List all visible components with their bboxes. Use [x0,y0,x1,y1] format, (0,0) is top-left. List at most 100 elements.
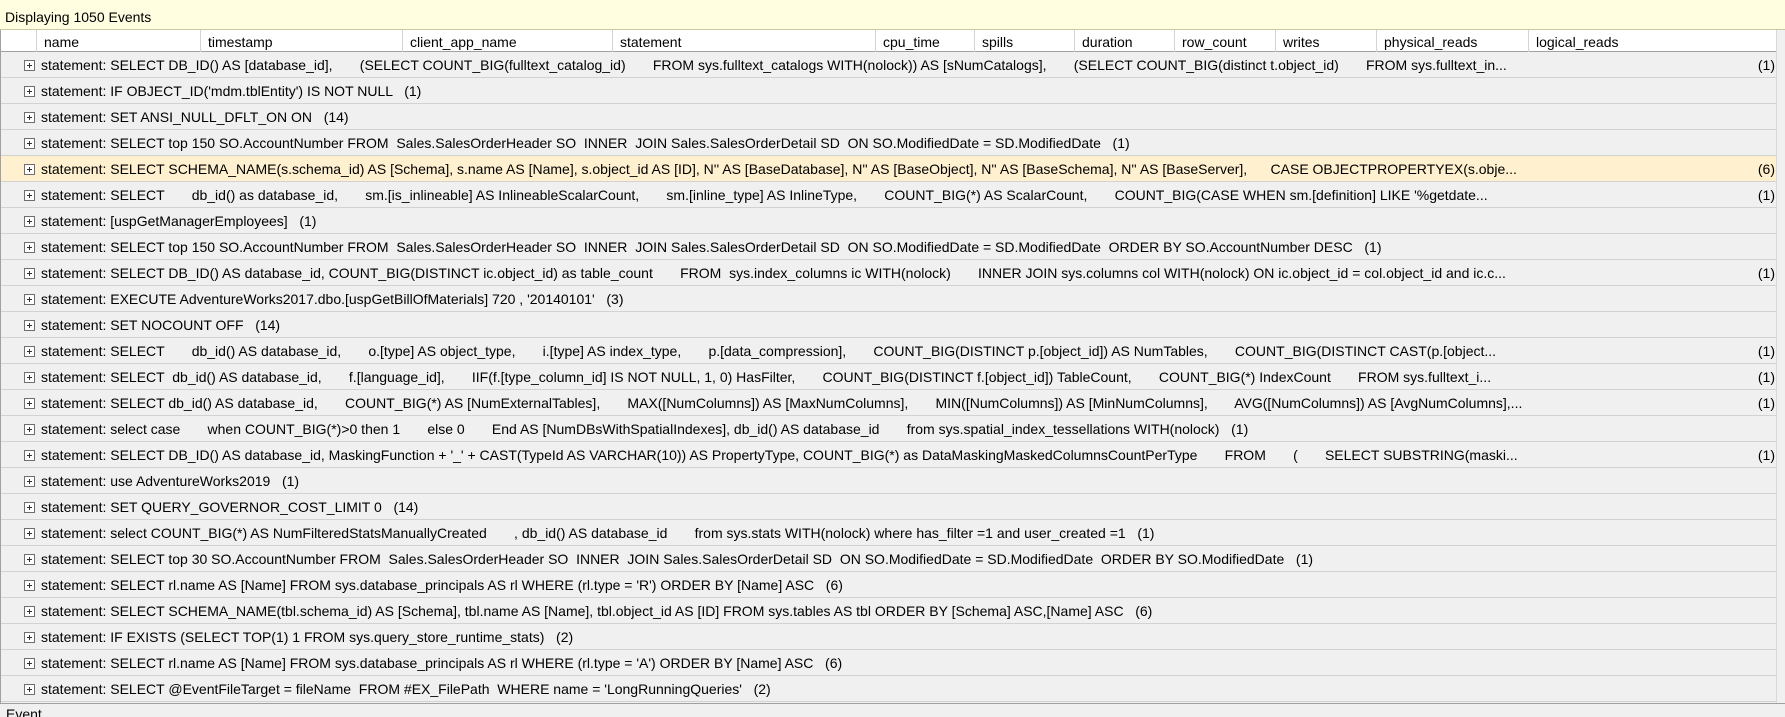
expand-plus-icon[interactable] [24,424,35,435]
expand-plus-icon[interactable] [24,450,35,461]
event-row-text: statement: IF OBJECT_ID('mdm.tblEntity')… [41,83,422,99]
event-row[interactable]: statement: SELECT db_id() AS database_id… [1,364,1785,390]
expand-plus-icon[interactable] [24,190,35,201]
expand-plus-icon[interactable] [24,502,35,513]
event-row[interactable]: statement: SELECT top 150 SO.AccountNumb… [1,130,1785,156]
event-row-text: statement: EXECUTE AdventureWorks2017.db… [41,291,624,307]
event-count-text: Displaying 1050 Events [5,9,152,25]
expand-plus-icon[interactable] [24,580,35,591]
event-row[interactable]: statement: [uspGetManagerEmployees] (1) [1,208,1785,234]
event-row-text: statement: SELECT DB_ID() AS database_id… [41,447,1518,463]
event-row[interactable]: statement: SELECT SCHEMA_NAME(tbl.schema… [1,598,1785,624]
events-grid[interactable]: name timestamp client_app_name statement… [0,30,1785,703]
column-header-row: name timestamp client_app_name statement… [1,30,1785,52]
event-row[interactable]: statement: SELECT db_id() AS database_id… [1,390,1785,416]
event-row[interactable]: statement: IF EXISTS (SELECT TOP(1) 1 FR… [1,624,1785,650]
event-row-text: statement: SELECT DB_ID() AS database_id… [41,265,1506,281]
expand-plus-icon[interactable] [24,86,35,97]
event-row[interactable]: statement: SELECT db_id() AS database_id… [1,338,1785,364]
event-row[interactable]: statement: SELECT @EventFileTarget = fil… [1,676,1785,702]
event-row-text: statement: select COUNT_BIG(*) AS NumFil… [41,525,1155,541]
expand-plus-icon[interactable] [24,684,35,695]
expand-plus-icon[interactable] [24,320,35,331]
event-row-count: (1) [1757,369,1775,385]
expand-plus-icon[interactable] [24,372,35,383]
expand-plus-icon[interactable] [24,346,35,357]
expand-plus-icon[interactable] [24,606,35,617]
event-row-text: statement: SELECT db_id() AS database_id… [41,395,1523,411]
expand-plus-icon[interactable] [24,632,35,643]
event-row-text: statement: SELECT rl.name AS [Name] FROM… [41,655,843,671]
column-header-client-app-name[interactable]: client_app_name [403,30,613,52]
event-row-text: statement: SELECT top 150 SO.AccountNumb… [41,239,1382,255]
event-row-text: statement: [uspGetManagerEmployees] (1) [41,213,317,229]
column-header-row-count[interactable]: row_count [1175,30,1276,52]
event-row-text: statement: SELECT @EventFileTarget = fil… [41,681,771,697]
event-row-text: statement: SELECT db_id() AS database_id… [41,343,1497,359]
event-row[interactable]: statement: SET ANSI_NULL_DFLT_ON ON (14) [1,104,1785,130]
event-row[interactable]: statement: EXECUTE AdventureWorks2017.db… [1,286,1785,312]
column-header-cpu-time[interactable]: cpu_time [876,30,975,52]
event-row-text: statement: SELECT rl.name AS [Name] FROM… [41,577,843,593]
event-row-text: statement: select case when COUNT_BIG(*)… [41,421,1249,437]
event-row[interactable]: statement: SET NOCOUNT OFF (14) [1,312,1785,338]
event-row[interactable]: statement: select COUNT_BIG(*) AS NumFil… [1,520,1785,546]
event-row-text: statement: SELECT top 30 SO.AccountNumbe… [41,551,1314,567]
expand-plus-icon[interactable] [24,554,35,565]
column-header-spills[interactable]: spills [975,30,1075,52]
event-row-text: statement: SET ANSI_NULL_DFLT_ON ON (14) [41,109,349,125]
column-header-timestamp[interactable]: timestamp [201,30,403,52]
event-row[interactable]: statement: SELECT top 150 SO.AccountNumb… [1,234,1785,260]
column-header-writes[interactable]: writes [1276,30,1377,52]
event-row[interactable]: statement: use AdventureWorks2019 (1) [1,468,1785,494]
event-row-count: (1) [1757,187,1775,203]
event-row[interactable]: statement: SELECT top 30 SO.AccountNumbe… [1,546,1785,572]
event-row[interactable]: statement: select case when COUNT_BIG(*)… [1,416,1785,442]
event-row[interactable]: statement: SELECT db_id() as database_id… [1,182,1785,208]
expand-plus-icon[interactable] [24,216,35,227]
expand-plus-icon[interactable] [24,476,35,487]
column-header-duration[interactable]: duration [1075,30,1175,52]
event-row-text: statement: SELECT top 150 SO.AccountNumb… [41,135,1130,151]
event-row-text: statement: SELECT SCHEMA_NAME(tbl.schema… [41,603,1153,619]
event-row-text: statement: use AdventureWorks2019 (1) [41,473,300,489]
expand-plus-icon[interactable] [24,268,35,279]
event-row[interactable]: statement: SET QUERY_GOVERNOR_COST_LIMIT… [1,494,1785,520]
expand-plus-icon[interactable] [24,138,35,149]
event-row[interactable]: statement: SELECT DB_ID() AS database_id… [1,260,1785,286]
details-tab-strip: Event [0,703,1785,717]
expand-plus-icon[interactable] [24,658,35,669]
column-header-statement[interactable]: statement [613,30,876,52]
vertical-scrollbar[interactable] [1776,30,1785,703]
event-rows: statement: SELECT DB_ID() AS [database_i… [1,52,1785,702]
event-row-count: (1) [1757,343,1775,359]
event-row[interactable]: statement: SELECT SCHEMA_NAME(s.schema_i… [1,156,1785,182]
expand-plus-icon[interactable] [24,398,35,409]
expand-plus-icon[interactable] [24,60,35,71]
column-header-logical-reads[interactable]: logical_reads [1529,30,1785,52]
event-row[interactable]: statement: SELECT rl.name AS [Name] FROM… [1,650,1785,676]
expand-plus-icon[interactable] [24,242,35,253]
expand-plus-icon[interactable] [24,112,35,123]
event-row-count: (6) [1757,161,1775,177]
event-row-count: (1) [1757,265,1775,281]
column-header-physical-reads[interactable]: physical_reads [1377,30,1529,52]
event-row-text: statement: IF EXISTS (SELECT TOP(1) 1 FR… [41,629,574,645]
expand-plus-icon[interactable] [24,528,35,539]
event-row-text: statement: SELECT db_id() AS database_id… [41,369,1492,385]
expand-plus-icon[interactable] [24,164,35,175]
expand-plus-icon[interactable] [24,294,35,305]
event-row-text: statement: SET QUERY_GOVERNOR_COST_LIMIT… [41,499,419,515]
event-row-text: statement: SELECT db_id() as database_id… [41,187,1488,203]
column-header-name[interactable]: name [37,30,201,52]
header-corner [1,30,37,52]
event-row[interactable]: statement: SELECT rl.name AS [Name] FROM… [1,572,1785,598]
event-tab[interactable]: Event [6,706,42,717]
event-row-text: statement: SET NOCOUNT OFF (14) [41,317,281,333]
event-row-count: (1) [1757,57,1775,73]
event-row-count: (1) [1757,447,1775,463]
event-row[interactable]: statement: SELECT DB_ID() AS [database_i… [1,52,1785,78]
event-row[interactable]: statement: SELECT DB_ID() AS database_id… [1,442,1785,468]
event-row-text: statement: SELECT SCHEMA_NAME(s.schema_i… [41,161,1517,177]
event-row[interactable]: statement: IF OBJECT_ID('mdm.tblEntity')… [1,78,1785,104]
